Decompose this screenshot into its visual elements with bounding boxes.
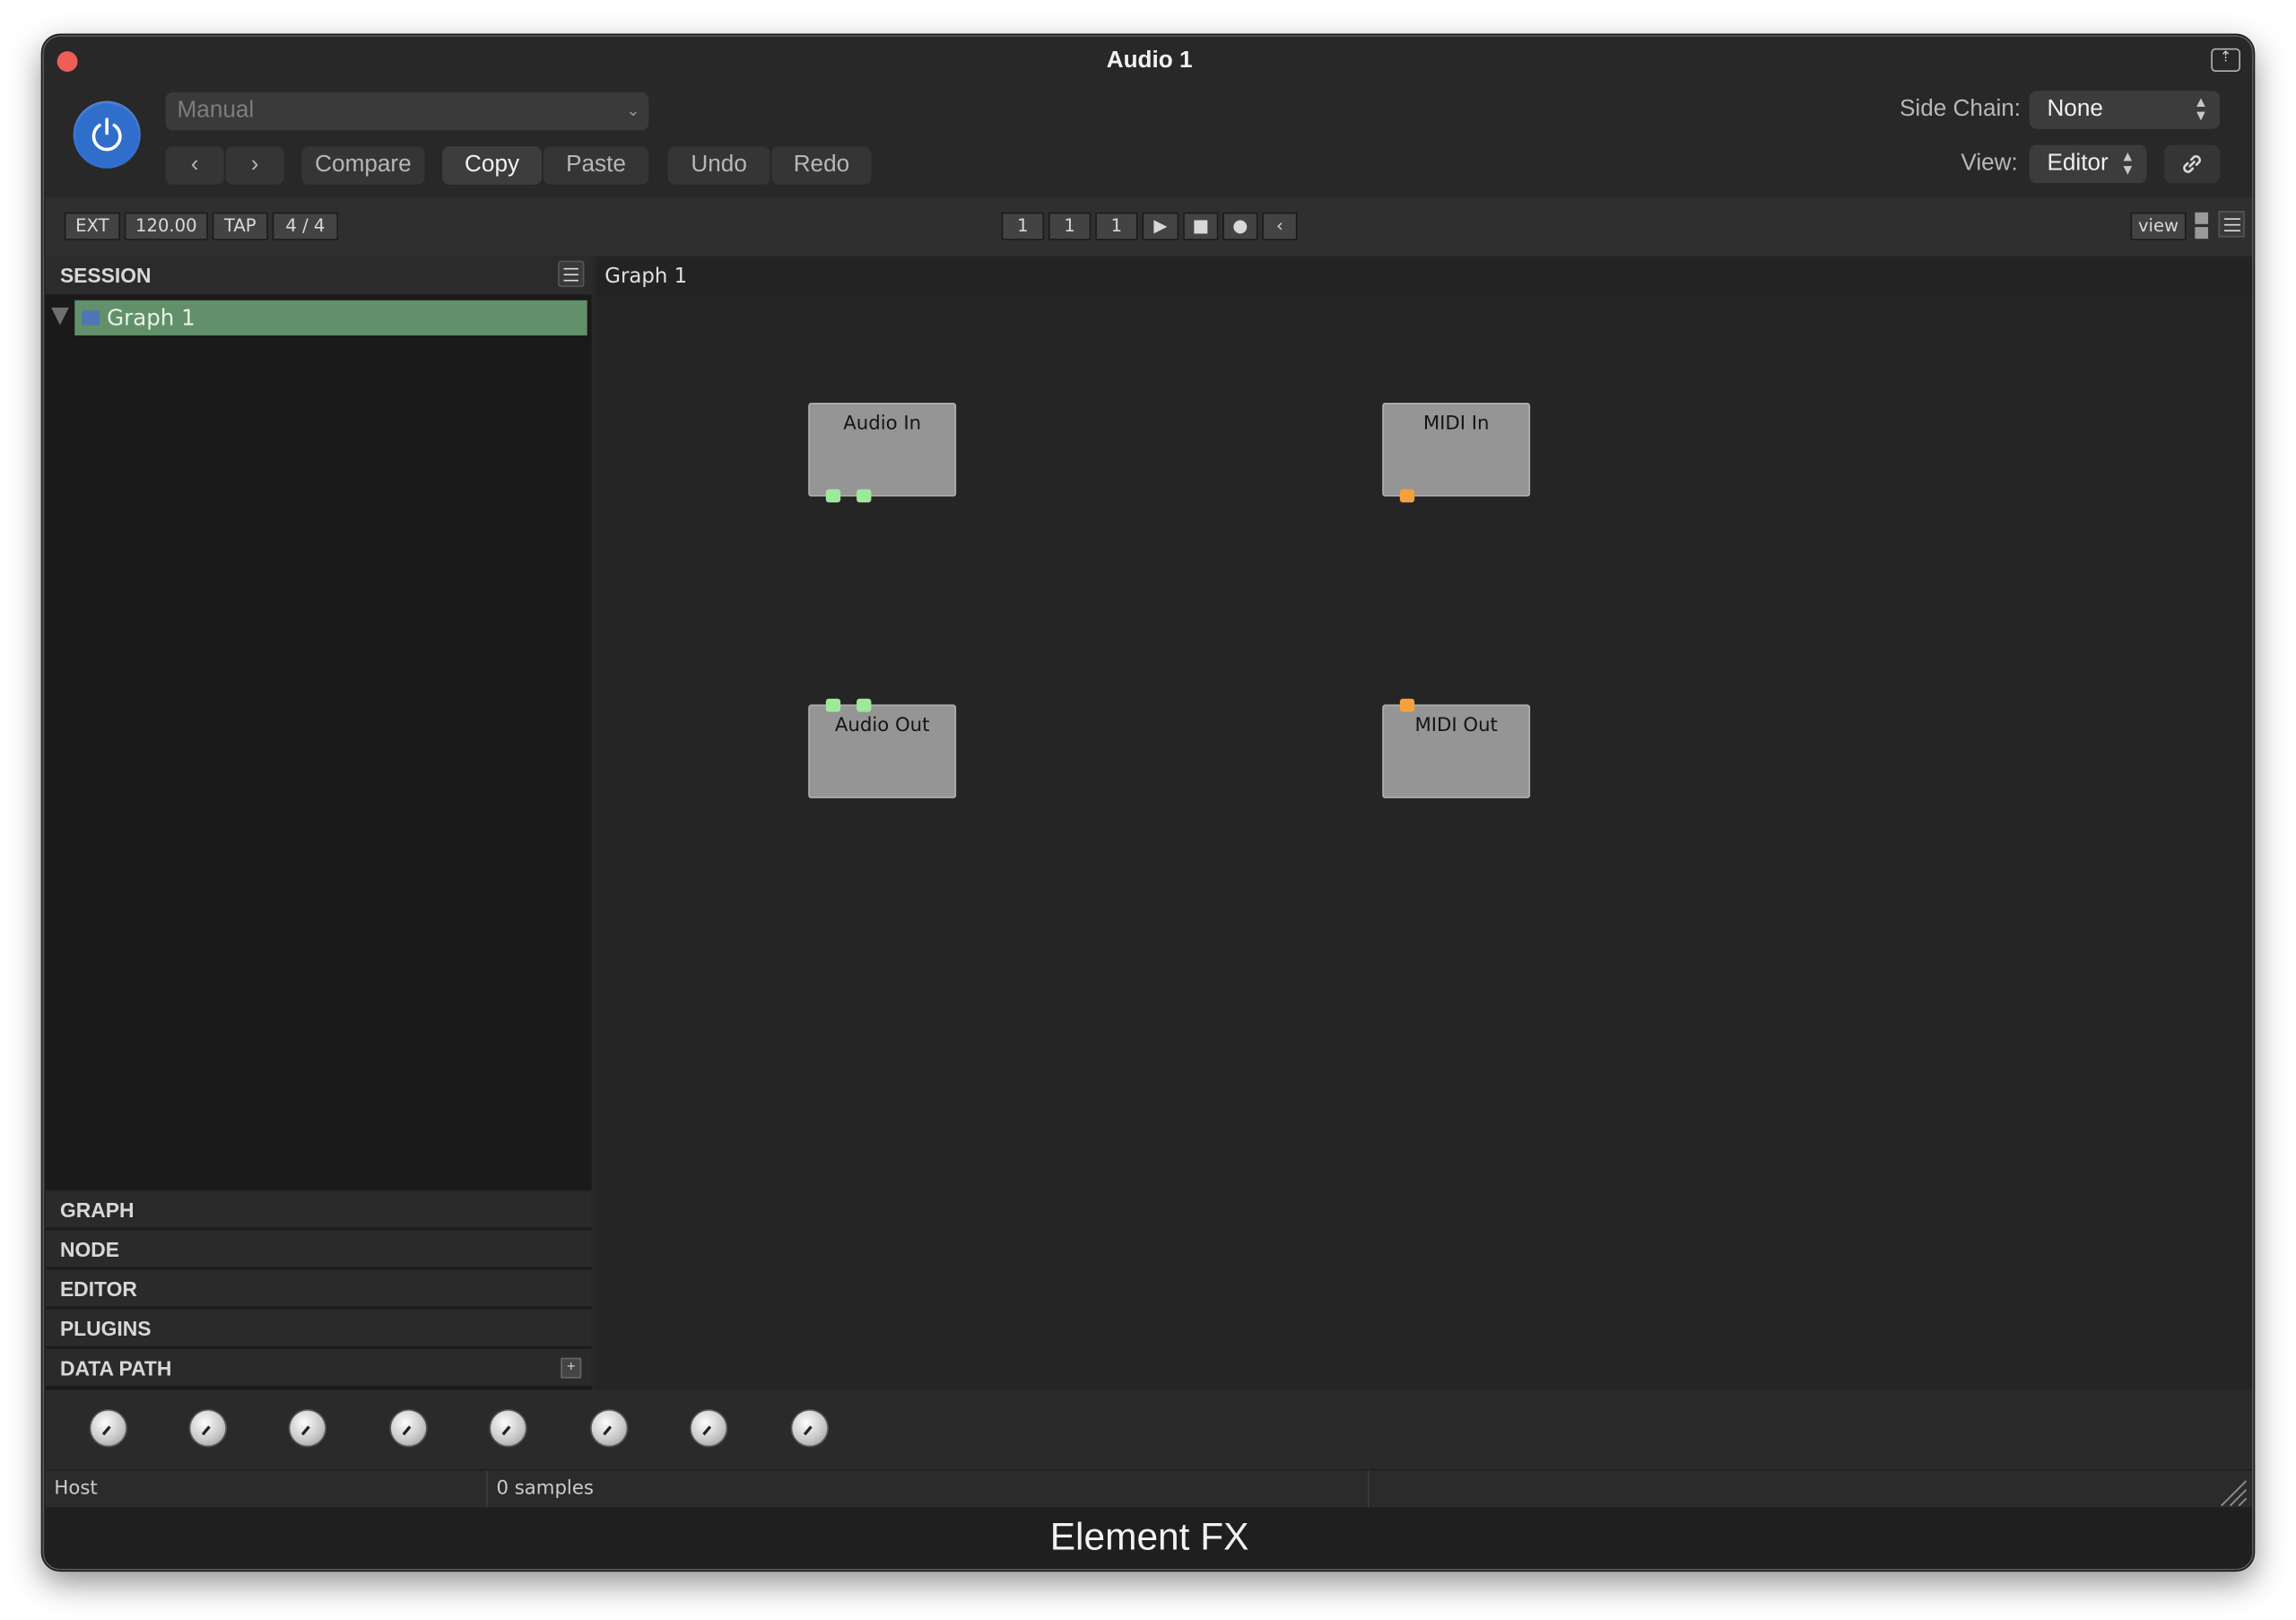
sidechain-select[interactable]: None ▲ ▼ bbox=[2029, 91, 2221, 129]
sidechain-value: None bbox=[2047, 96, 2103, 122]
audio-output-port[interactable] bbox=[857, 489, 872, 503]
audio-input-port[interactable] bbox=[825, 698, 841, 712]
view-value: Editor bbox=[2047, 151, 2109, 176]
power-button[interactable] bbox=[73, 100, 141, 169]
previous-preset-button[interactable]: ‹ bbox=[165, 146, 224, 185]
session-header: SESSION bbox=[45, 256, 592, 295]
record-icon: ● bbox=[1232, 215, 1248, 236]
section-editor[interactable]: EDITOR bbox=[45, 1268, 592, 1307]
record-button[interactable]: ● bbox=[1222, 212, 1258, 240]
graph-title: Graph 1 bbox=[596, 256, 2253, 298]
macro-knob[interactable] bbox=[490, 1410, 526, 1446]
brand-footer: Element FX bbox=[45, 1507, 2253, 1569]
transport-bar: EXT 120.00 TAP 4 / 4 1 1 1 ▶ ■ ● ‹ view bbox=[45, 197, 2253, 257]
macro-knob[interactable] bbox=[792, 1410, 828, 1446]
macro-knob[interactable] bbox=[691, 1410, 726, 1446]
macro-knob[interactable] bbox=[91, 1410, 126, 1446]
tap-tempo-button[interactable]: TAP bbox=[212, 212, 268, 240]
next-preset-button[interactable]: › bbox=[225, 146, 284, 185]
tempo-field[interactable]: 120.00 bbox=[124, 212, 208, 240]
link-icon bbox=[2183, 154, 2201, 173]
menu-icon[interactable] bbox=[558, 260, 585, 288]
updown-chevron-icon: ▲ ▼ bbox=[2120, 149, 2135, 179]
play-icon: ▶ bbox=[1153, 215, 1168, 236]
macro-knob[interactable] bbox=[190, 1410, 226, 1446]
audio-input-port[interactable] bbox=[857, 698, 872, 712]
node-label: Audio Out bbox=[834, 714, 930, 737]
node-audio-in[interactable]: Audio In bbox=[808, 403, 957, 503]
status-samples: 0 samples bbox=[488, 1470, 1370, 1509]
stop-icon: ■ bbox=[1192, 215, 1210, 236]
graph-icon bbox=[82, 310, 100, 326]
stop-button[interactable]: ■ bbox=[1183, 212, 1219, 240]
ext-sync-button[interactable]: EXT bbox=[64, 212, 120, 240]
undo-button[interactable]: Undo bbox=[667, 146, 770, 185]
plugin-window: Audio 1 ⇡ Manual ⌄ ‹ › Compare Copy Past… bbox=[42, 35, 2254, 1571]
macro-knob-bar bbox=[45, 1389, 2253, 1469]
rewind-icon: ‹ bbox=[1276, 215, 1283, 236]
node-label: Audio In bbox=[843, 413, 922, 435]
view-toggle-button[interactable]: view bbox=[2130, 212, 2187, 240]
node-audio-out[interactable]: Audio Out bbox=[808, 698, 957, 798]
position-bar: 1 bbox=[1001, 212, 1045, 240]
session-sidebar: SESSION Graph 1 GRAPH NODE EDITOR PLUGIN… bbox=[45, 256, 592, 1393]
popout-icon[interactable]: ⇡ bbox=[2211, 48, 2240, 73]
view-select[interactable]: Editor ▲ ▼ bbox=[2029, 144, 2147, 184]
updown-chevron-icon: ▲ ▼ bbox=[2193, 95, 2209, 125]
midi-input-port[interactable] bbox=[1399, 698, 1415, 712]
copy-button[interactable]: Copy bbox=[442, 146, 543, 185]
audio-output-port[interactable] bbox=[825, 489, 841, 503]
tree-item-graph[interactable]: Graph 1 bbox=[74, 300, 587, 335]
node-label: MIDI In bbox=[1422, 413, 1490, 435]
chevron-right-icon: › bbox=[250, 152, 259, 178]
preset-value: Manual bbox=[177, 98, 255, 124]
position-beat: 1 bbox=[1048, 212, 1091, 240]
graph-canvas[interactable]: Graph 1 Audio In MIDI In Audio Out MIDI … bbox=[596, 256, 2253, 1393]
expand-triangle-icon[interactable] bbox=[51, 307, 69, 326]
sidechain-label: Side Chain: bbox=[1900, 96, 2022, 122]
view-label: View: bbox=[1961, 151, 2018, 176]
resize-grip-icon[interactable] bbox=[2218, 1478, 2248, 1508]
status-host: Host bbox=[46, 1470, 488, 1509]
position-tick: 1 bbox=[1095, 212, 1138, 240]
node-label: MIDI Out bbox=[1414, 714, 1498, 737]
rewind-button[interactable]: ‹ bbox=[1262, 212, 1298, 240]
compare-button[interactable]: Compare bbox=[301, 146, 425, 185]
play-button[interactable]: ▶ bbox=[1142, 212, 1179, 240]
redo-button[interactable]: Redo bbox=[771, 146, 872, 185]
section-graph[interactable]: GRAPH bbox=[45, 1189, 592, 1228]
preset-dropdown[interactable]: Manual ⌄ bbox=[165, 91, 649, 131]
macro-knob[interactable] bbox=[591, 1410, 627, 1446]
section-node[interactable]: NODE bbox=[45, 1229, 592, 1267]
window-title: Audio 1 bbox=[1106, 48, 1193, 74]
section-plugins[interactable]: PLUGINS bbox=[45, 1308, 592, 1346]
section-data-path[interactable]: DATA PATH bbox=[45, 1347, 592, 1386]
midi-output-port[interactable] bbox=[1399, 489, 1415, 503]
macro-knob[interactable] bbox=[390, 1410, 427, 1446]
time-signature-field[interactable]: 4 / 4 bbox=[272, 212, 339, 240]
power-icon bbox=[91, 118, 122, 152]
link-button[interactable] bbox=[2164, 144, 2221, 184]
chevron-left-icon: ‹ bbox=[190, 152, 199, 178]
status-bar: Host 0 samples bbox=[45, 1468, 2253, 1509]
list-icon[interactable] bbox=[2218, 211, 2245, 238]
chevron-down-icon: ⌄ bbox=[626, 102, 640, 120]
tree-item-label: Graph 1 bbox=[107, 304, 196, 332]
session-label: SESSION bbox=[59, 263, 152, 288]
plus-icon[interactable]: + bbox=[561, 1357, 582, 1379]
macro-knob[interactable] bbox=[290, 1410, 326, 1446]
paste-button[interactable]: Paste bbox=[543, 146, 649, 185]
grid-icon[interactable] bbox=[2194, 211, 2212, 243]
node-midi-out[interactable]: MIDI Out bbox=[1382, 698, 1531, 798]
node-midi-in[interactable]: MIDI In bbox=[1382, 403, 1531, 503]
